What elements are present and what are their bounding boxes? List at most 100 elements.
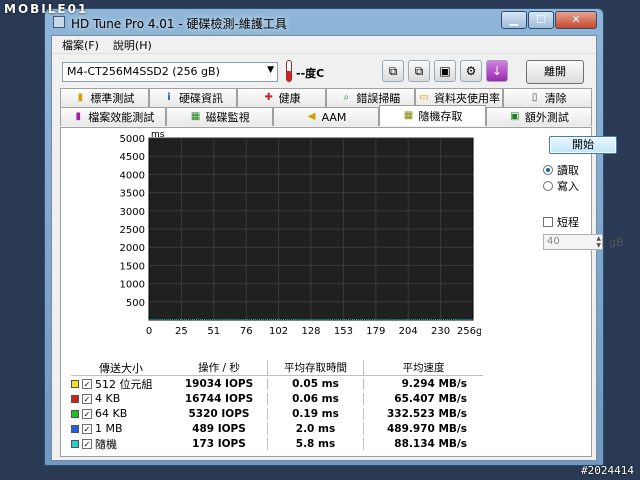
data-point (453, 318, 455, 320)
data-point (404, 318, 406, 320)
download-button[interactable]: ↓ (486, 60, 508, 82)
extra-tests-icon: ▣ (510, 111, 520, 122)
menu-file[interactable]: 檔案(F) (62, 37, 99, 53)
tab-info[interactable]: i 硬碟資訊 (148, 88, 238, 107)
data-point (266, 318, 268, 320)
tab-disk-monitor[interactable]: ▦ 磁碟監視 (166, 107, 273, 126)
data-point (384, 318, 386, 320)
results-header: 傳送大小 操作 / 秒 平均存取時間 平均速度 (71, 360, 483, 376)
series-checkbox[interactable]: ✓ (82, 423, 92, 434)
y-axis-unit: ms (151, 130, 165, 140)
write-radio[interactable]: 寫入 (543, 178, 579, 194)
short-stroke-checkbox[interactable]: 短程 (543, 214, 579, 230)
tab-aam[interactable]: ◀ AAM (272, 107, 380, 126)
x-tick-label: 179 (366, 326, 385, 337)
access-time-chart: 5000450040003500300025002000150010005000… (120, 130, 481, 337)
y-tick-label: 500 (126, 298, 145, 309)
row-size: 1 MB (95, 422, 123, 435)
start-button[interactable]: 開始 (549, 136, 617, 154)
series-color-swatch (71, 424, 79, 433)
data-point (386, 318, 388, 320)
data-point (271, 318, 273, 320)
minimize-button[interactable]: ▁ (501, 11, 527, 29)
series-checkbox[interactable]: ✓ (82, 378, 92, 389)
tab-extra-tests[interactable]: ▣ 額外測試 (485, 107, 593, 126)
read-radio[interactable]: 讀取 (543, 162, 579, 178)
x-tick-label: 76 (240, 326, 253, 337)
data-point (159, 318, 161, 320)
y-tick-label: 1500 (120, 261, 145, 272)
row-access: 0.19 ms (267, 407, 363, 420)
data-point (461, 318, 463, 320)
spinner-arrows-icon[interactable]: ▲ ▼ (596, 235, 601, 249)
tab-health[interactable]: ✚ 健康 (237, 88, 327, 107)
short-stroke-size-input[interactable]: 40 ▲ ▼ (543, 234, 603, 250)
row-size-cell: ✓ 512 位元組 (71, 376, 171, 392)
tab-file-benchmark[interactable]: ▮ 檔案效能測試 (60, 107, 167, 126)
data-point (226, 318, 228, 320)
copy-all-button[interactable]: ⧉ (408, 60, 430, 82)
watermark-logo: MOBILE01 (4, 2, 89, 16)
window-title: HD Tune Pro 4.01 - 硬碟檢測-維護工具 (71, 17, 287, 31)
title-bar[interactable]: HD Tune Pro 4.01 - 硬碟檢測-維護工具 ▁ ☐ ✕ (45, 9, 603, 35)
series-checkbox[interactable]: ✓ (82, 408, 92, 419)
data-point (295, 318, 297, 320)
data-point (254, 318, 256, 320)
data-point (455, 318, 457, 320)
close-button[interactable]: ✕ (555, 11, 597, 29)
health-cross-icon: ✚ (264, 92, 273, 103)
data-point (406, 318, 408, 320)
data-point (457, 318, 459, 320)
tab-random-access[interactable]: ▦ 隨機存取 (379, 105, 486, 126)
data-point (368, 318, 370, 320)
table-row: ✓ 隨機 173 IOPS 5.8 ms 88.134 MB/s (71, 436, 483, 451)
series-checkbox[interactable]: ✓ (82, 393, 92, 404)
data-point (311, 318, 313, 320)
data-point (471, 318, 473, 320)
data-point (204, 318, 206, 320)
header-speed: 平均速度 (363, 360, 483, 375)
series-checkbox[interactable]: ✓ (82, 438, 92, 449)
x-tick-label: 256gB (457, 326, 481, 337)
x-tick-label: 51 (207, 326, 220, 337)
data-point (212, 318, 214, 320)
random-access-panel: 5000 4500 4000 3500 3000 2500 2000 1500 1000 500 0… (60, 127, 624, 457)
data-point (151, 318, 153, 320)
tab-erase[interactable]: ▯ 清除 (503, 88, 593, 107)
data-point (325, 318, 327, 320)
table-row: ✓ 4 KB 16744 IOPS 0.06 ms 65.407 MB/s (71, 391, 483, 406)
menu-help[interactable]: 說明(H) (113, 37, 152, 53)
exit-button[interactable]: 離開 (526, 60, 584, 84)
toolbar: M4-CT256M4SSD2 (256 gB) ▼ --度C ⧉ ⧉ ▣ ⚙ ↓… (52, 54, 596, 88)
tab-benchmark[interactable]: ▮ 標準測試 (60, 88, 149, 107)
data-point (321, 318, 323, 320)
data-point (161, 318, 163, 320)
row-access: 0.05 ms (267, 377, 363, 390)
save-button[interactable]: ▣ (434, 60, 456, 82)
row-size-cell: ✓ 1 MB (71, 422, 171, 435)
magnifier-icon: ⌕ (343, 92, 350, 103)
speaker-icon: ◀ (307, 111, 316, 122)
minimize-icon: ▁ (509, 13, 519, 26)
options-button[interactable]: ⚙ (460, 60, 482, 82)
data-point (354, 318, 356, 320)
data-point (240, 318, 242, 320)
x-tick-label: 0 (146, 326, 152, 337)
maximize-button[interactable]: ☐ (528, 11, 554, 29)
radio-unselected-icon (543, 181, 553, 191)
data-point (196, 318, 198, 320)
data-point (414, 318, 416, 320)
data-point (378, 318, 380, 320)
data-point (315, 318, 317, 320)
data-point (343, 318, 345, 320)
data-point (236, 318, 238, 320)
data-point (228, 318, 230, 320)
data-point (366, 318, 368, 320)
data-point (349, 318, 351, 320)
y-tick-label: 3000 (120, 207, 145, 218)
data-point (426, 318, 428, 320)
drive-select-value: M4-CT256M4SSD2 (256 gB) (67, 65, 220, 78)
copy-info-button[interactable]: ⧉ (382, 60, 404, 82)
drive-select[interactable]: M4-CT256M4SSD2 (256 gB) ▼ (62, 62, 278, 82)
data-point (398, 318, 400, 320)
